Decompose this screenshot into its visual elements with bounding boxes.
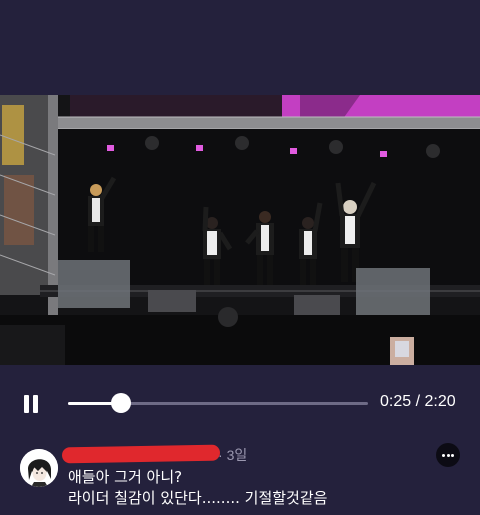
- avatar[interactable]: [20, 449, 58, 487]
- dot: [451, 453, 454, 457]
- seek-bar[interactable]: [68, 393, 368, 413]
- dot: [442, 453, 445, 457]
- pause-bar-right: [33, 395, 38, 413]
- username-redacted: [61, 444, 221, 464]
- more-options-icon[interactable]: [436, 443, 460, 467]
- comment-text-line-2: 라이더 칠감이 있단다........ 기절할것같음: [68, 489, 328, 507]
- pause-bar-left: [24, 395, 29, 413]
- seek-bar-thumb[interactable]: [110, 393, 131, 413]
- pause-icon[interactable]: [18, 392, 44, 418]
- concert-video-frame: [0, 95, 480, 365]
- meta-separator: ·: [218, 447, 223, 463]
- avatar-illustration: [20, 449, 58, 487]
- playback-controls: 0:25 / 2:20: [0, 380, 480, 428]
- video-player[interactable]: [0, 95, 480, 365]
- comment-item: · 3일 애들아 그거 아니? 라이더 칠감이 있단다........ 기절할것…: [0, 440, 480, 515]
- comment-meta: · 3일: [218, 445, 247, 465]
- dot: [446, 453, 450, 457]
- comment-age: 3일: [226, 447, 248, 463]
- time-display: 0:25 / 2:20: [380, 393, 456, 410]
- comment-text-line-1: 애들아 그거 아니?: [68, 468, 183, 486]
